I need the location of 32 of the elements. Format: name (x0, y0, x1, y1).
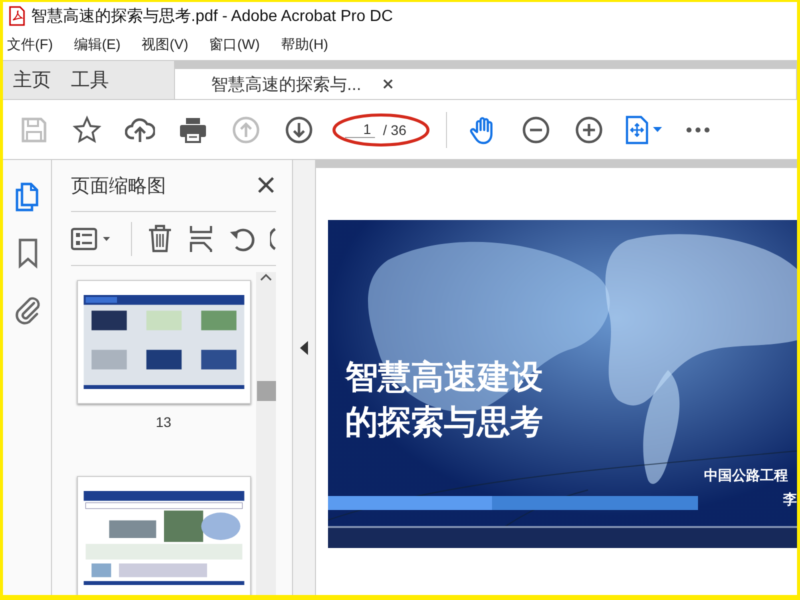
tab[interactable]: 工具 (61, 61, 119, 99)
fit-page-button[interactable] (625, 114, 662, 144)
window-title: 智慧高速的探索与思考.pdf - Adobe Acrobat Pro DC (31, 6, 393, 26)
tab[interactable]: 智慧高速的探索与... (174, 61, 797, 99)
trash-icon[interactable] (146, 222, 174, 254)
slide-title: 的探索与思考 (345, 402, 543, 442)
fit-page-icon (625, 114, 649, 144)
collapse-arrow-icon[interactable] (300, 340, 308, 354)
close-icon[interactable] (383, 79, 394, 89)
close-icon[interactable] (257, 176, 275, 194)
zoom-out-icon[interactable] (521, 114, 551, 144)
menu-item[interactable]: 编辑(E) (74, 36, 130, 54)
scrollbar[interactable] (256, 272, 276, 595)
caret-icon (653, 127, 662, 132)
slide-text: 中国公路工程 (704, 467, 788, 485)
zoom-in-icon[interactable] (574, 114, 604, 144)
scroll-thumb[interactable] (256, 381, 276, 401)
slide-text: 李 (783, 491, 797, 509)
menu-item[interactable]: 视图(V) (142, 36, 198, 54)
page-thumbnail[interactable] (76, 280, 250, 404)
scroll-up-icon[interactable] (260, 272, 272, 282)
page-thumbnail[interactable] (76, 476, 250, 595)
pdf-file-icon (9, 6, 25, 26)
tab[interactable]: 主页 (3, 61, 61, 99)
menu-item[interactable]: 帮助(H) (280, 36, 338, 54)
page-count: / 36 (383, 122, 406, 138)
menu-item[interactable]: 文件(F) (7, 36, 62, 54)
star-icon[interactable] (72, 114, 102, 144)
panel-title: 页面缩略图 (71, 174, 166, 198)
page-number: 13 (156, 414, 172, 430)
page-number-field[interactable]: 1 (345, 121, 375, 138)
menu-item[interactable]: 窗口(W) (209, 36, 269, 54)
